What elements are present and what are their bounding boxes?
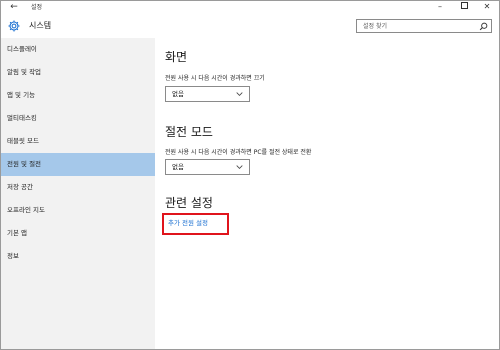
gear-icon — [8, 20, 20, 32]
screen-timeout-dropdown[interactable]: 없음 — [165, 86, 250, 102]
settings-window: ← 설정 – ✕ 시스템 디 — [0, 0, 500, 350]
back-arrow-icon: ← — [10, 2, 18, 12]
minimize-icon: – — [438, 2, 442, 11]
sidebar-item-display[interactable]: 디스플레이 — [1, 38, 155, 61]
sidebar-item-tablet-mode[interactable]: 태블릿 모드 — [1, 130, 155, 153]
sidebar-item-default-apps[interactable]: 기본 앱 — [1, 222, 155, 245]
screen-timeout-value: 없음 — [172, 90, 184, 98]
maximize-button[interactable] — [453, 1, 475, 14]
screen-section-title: 화면 — [165, 50, 188, 64]
search-input[interactable] — [357, 20, 475, 32]
sidebar-item-storage[interactable]: 저장 공간 — [1, 176, 155, 199]
sidebar-item-offline-maps[interactable]: 오프라인 지도 — [1, 199, 155, 222]
maximize-icon — [460, 2, 468, 9]
close-button[interactable]: ✕ — [476, 1, 498, 14]
additional-power-settings-link[interactable]: 추가 전원 설정 — [168, 215, 208, 232]
highlight-box: 추가 전원 설정 — [162, 213, 229, 235]
sleep-timeout-label: 전원 사용 시 다음 시간이 경과하면 PC를 절전 상태로 전환 — [165, 149, 312, 156]
search-icon[interactable] — [479, 22, 488, 31]
sleep-timeout-dropdown[interactable]: 없음 — [165, 159, 250, 175]
main-content: 화면 전원 사용 시 다음 시간이 경과하면 끄기 없음 절전 모드 전원 사용… — [155, 38, 499, 349]
sidebar-item-notifications[interactable]: 알림 및 작업 — [1, 61, 155, 84]
sidebar-item-about[interactable]: 정보 — [1, 245, 155, 268]
screen-timeout-label: 전원 사용 시 다음 시간이 경과하면 끄기 — [165, 75, 265, 82]
page-title: 시스템 — [29, 21, 52, 30]
chevron-down-icon — [236, 92, 243, 96]
sidebar-item-multitasking[interactable]: 멀티태스킹 — [1, 107, 155, 130]
sleep-section-title: 절전 모드 — [165, 125, 213, 139]
sidebar-nav: 디스플레이 알림 및 작업 앱 및 기능 멀티태스킹 태블릿 모드 전원 및 절… — [1, 38, 155, 349]
back-button[interactable]: ← — [7, 1, 21, 14]
search-box[interactable] — [356, 19, 492, 33]
page-header: 시스템 — [1, 14, 499, 38]
sidebar-item-apps[interactable]: 앱 및 기능 — [1, 84, 155, 107]
chevron-down-icon — [236, 165, 243, 169]
title-bar: ← 설정 – ✕ — [1, 1, 499, 14]
sidebar-item-power-sleep[interactable]: 전원 및 절전 — [1, 153, 155, 176]
sleep-timeout-value: 없음 — [172, 163, 184, 171]
related-settings-title: 관련 설정 — [165, 196, 213, 210]
window-title: 설정 — [31, 4, 43, 11]
minimize-button[interactable]: – — [429, 1, 451, 14]
close-icon: ✕ — [483, 2, 491, 11]
